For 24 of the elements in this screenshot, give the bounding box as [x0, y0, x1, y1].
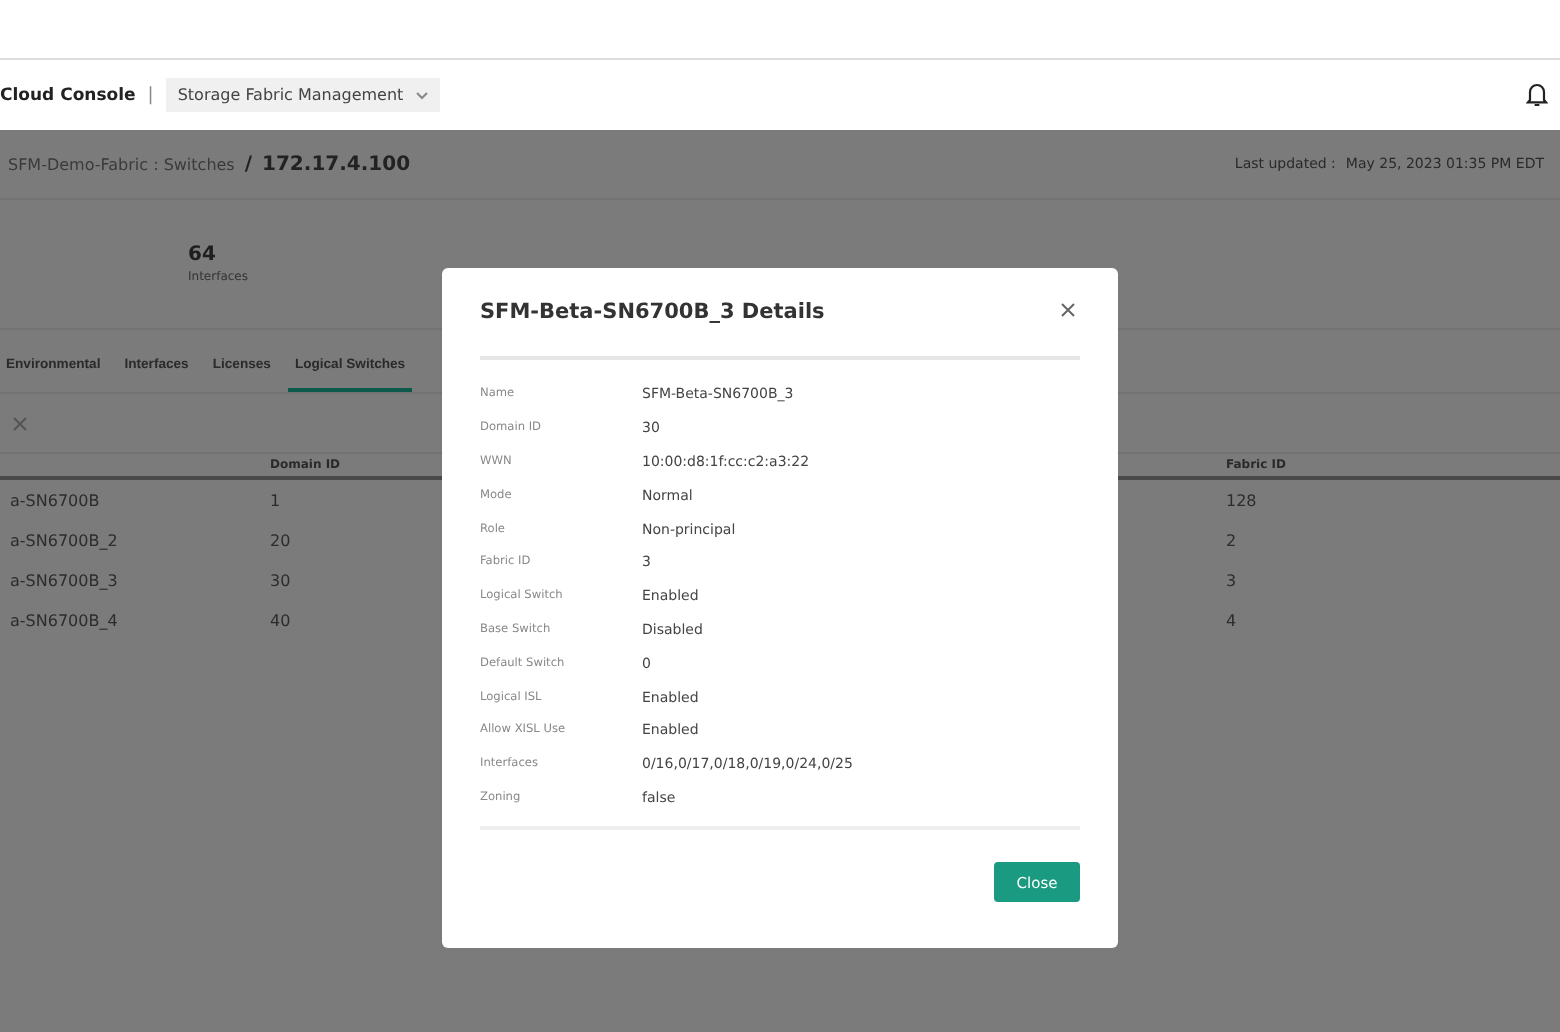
breadcrumb-current: 172.17.4.100: [262, 153, 411, 175]
table-cell: 20: [270, 531, 291, 549]
brand-name: Cloud Console: [0, 85, 136, 105]
header-separator: |: [147, 85, 154, 105]
breadcrumb-link[interactable]: SFM-Demo-Fabric : Switches: [8, 155, 235, 173]
table-cell: 1: [270, 491, 281, 509]
close-button[interactable]: [1060, 302, 1080, 322]
table-cell: a-SN6700B_4: [10, 611, 118, 629]
table-cell: 40: [270, 611, 291, 629]
close-icon: [1060, 302, 1076, 318]
table-cell: 30: [270, 571, 291, 589]
stat-value: 64: [188, 244, 218, 266]
chevron-down-icon: [415, 91, 428, 99]
table-cell: a-SN6700B: [10, 491, 100, 509]
bell-icon[interactable]: [1526, 82, 1548, 108]
table-cell: a-SN6700B_2: [10, 531, 118, 549]
table-cell: 3: [1226, 571, 1237, 589]
dialog-title: SFM-Beta-SN6700B_3 Details: [480, 300, 825, 324]
table-cell: a-SN6700B_3: [10, 571, 118, 589]
app-dropdown[interactable]: Storage Fabric Management: [165, 78, 440, 112]
table-cell: 4: [1226, 611, 1237, 629]
table-cell: 2: [1226, 531, 1237, 549]
table-cell: 128: [1226, 491, 1257, 509]
breadcrumb-divider: /: [244, 153, 253, 175]
